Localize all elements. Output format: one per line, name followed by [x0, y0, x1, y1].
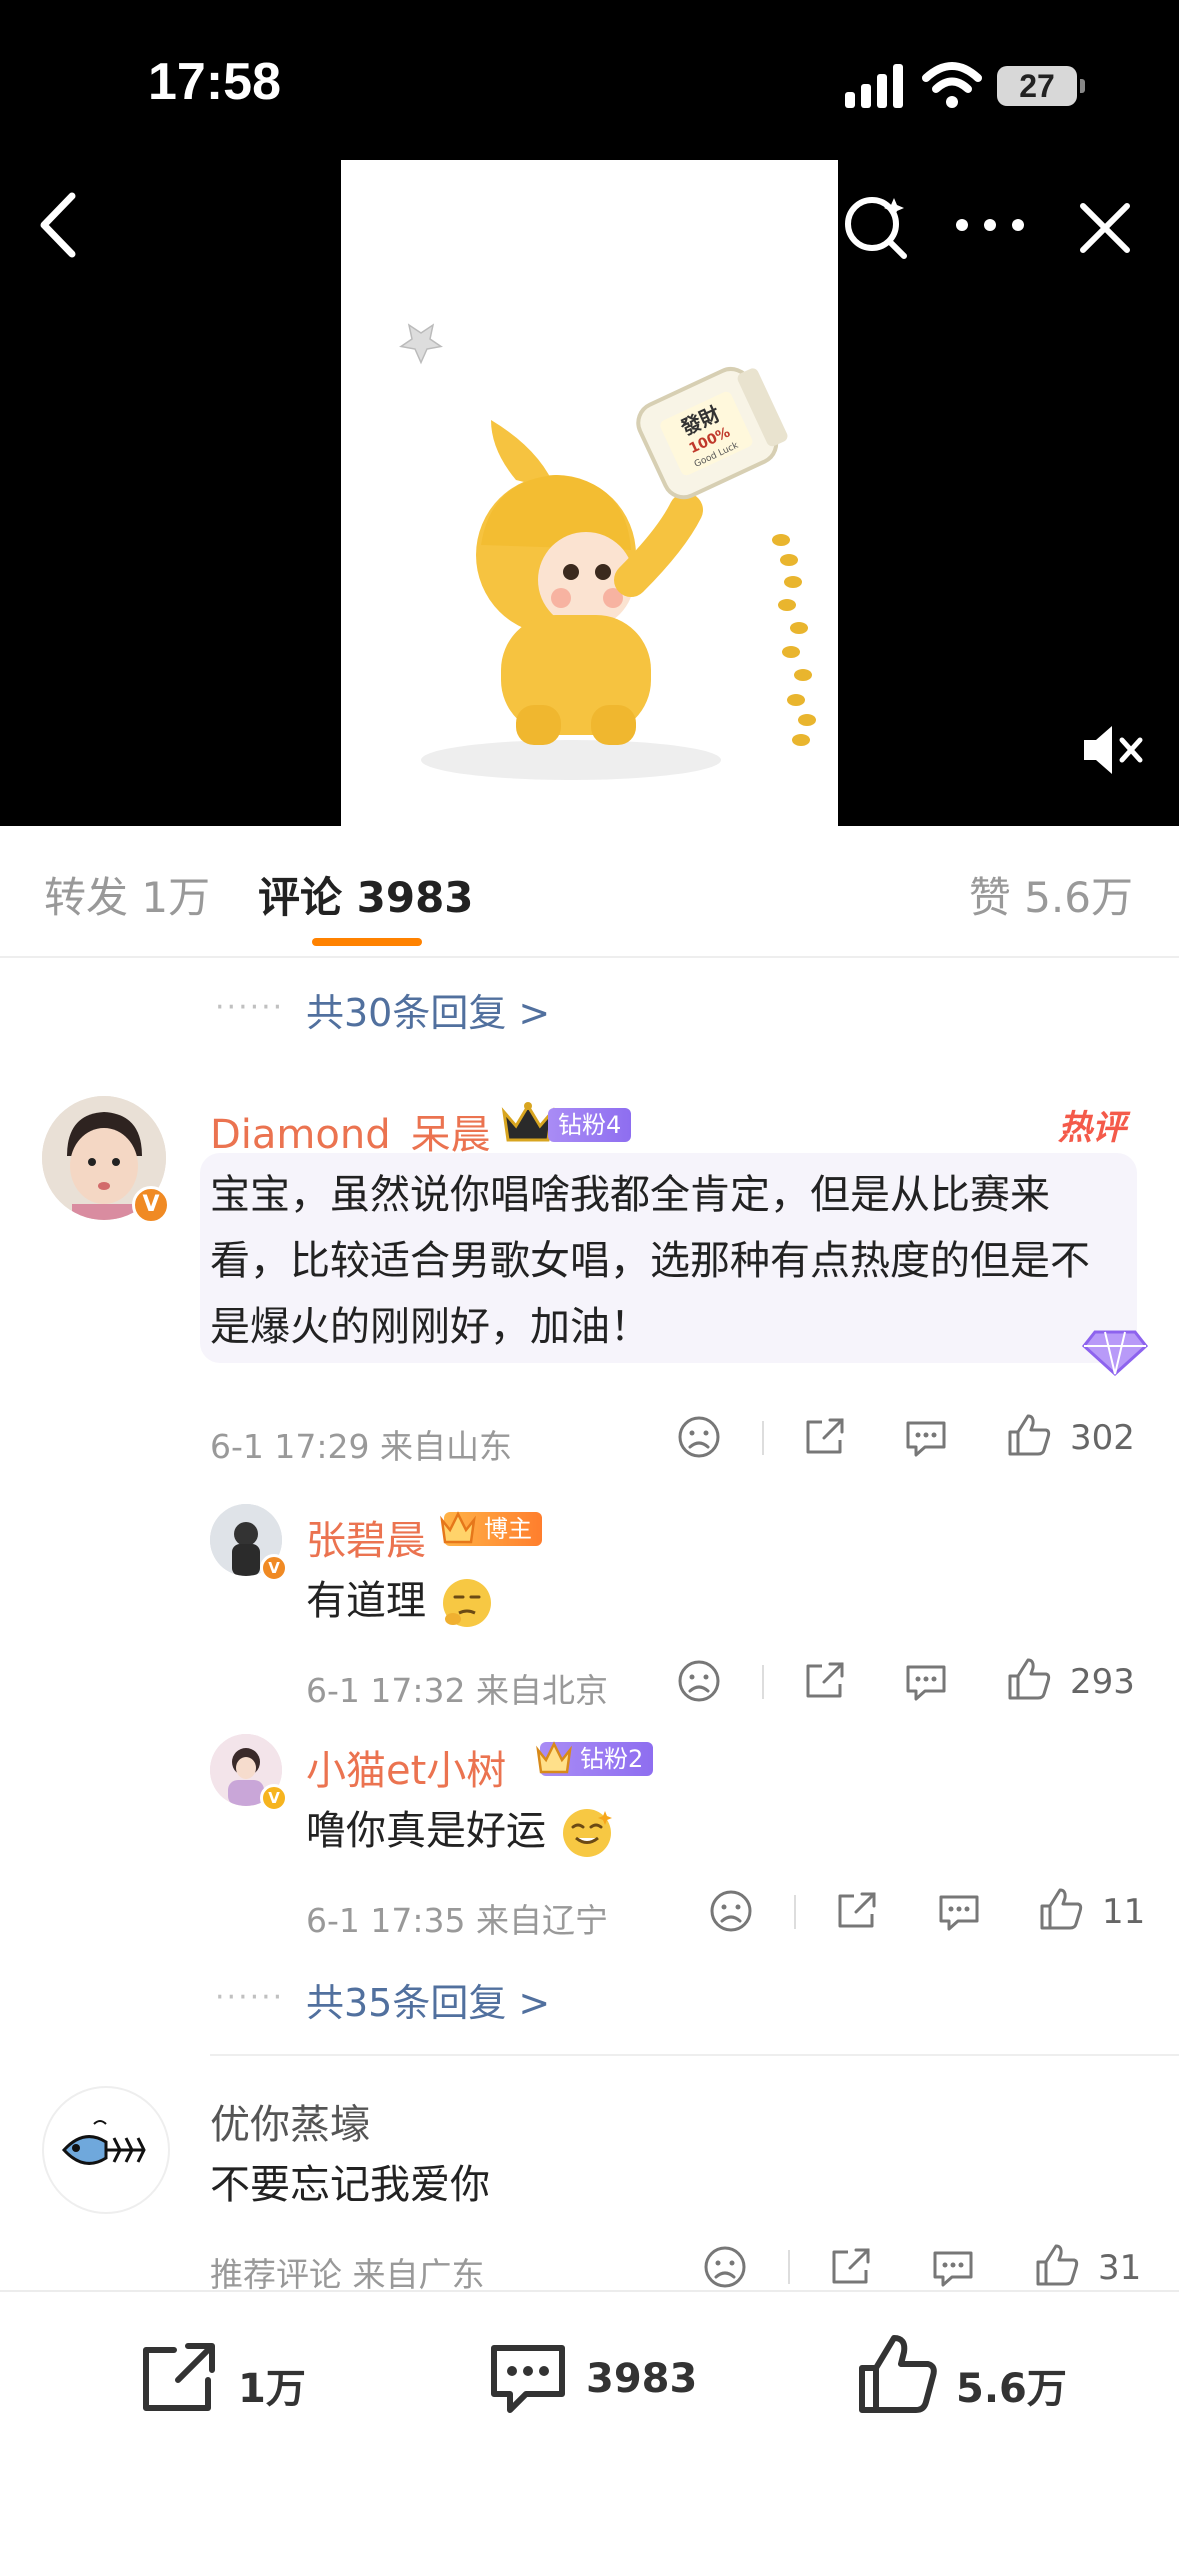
wifi-icon [922, 62, 982, 108]
comment-location: 来自山东 [380, 1427, 512, 1466]
like-count: 31 [1098, 2248, 1142, 2288]
like-thumb-icon[interactable] [856, 2332, 940, 2416]
close-icon[interactable] [1075, 198, 1135, 258]
share-icon[interactable] [802, 1658, 848, 1704]
reply-username[interactable]: 张碧晨 [306, 1508, 426, 1566]
action-divider [762, 1665, 764, 1699]
fan-badge-label: 钻粉2 [580, 1745, 644, 1773]
reply-text-content: 有道理 [306, 1578, 426, 1624]
fan-badge: 钻粉2 [536, 1741, 654, 1776]
baby-illustration: 發財 100% Good Luck [399, 323, 816, 780]
reply-icon[interactable] [936, 1888, 982, 1934]
dislike-face-icon[interactable] [676, 1658, 722, 1704]
reply-text[interactable]: 有道理 [306, 1568, 495, 1634]
back-arrow-icon[interactable] [28, 190, 88, 260]
reply-dots: ······ [215, 1980, 285, 2015]
reply-time: 6-1 17:35 [306, 1901, 466, 1940]
dislike-face-icon[interactable] [676, 1414, 722, 1460]
comment-location: 来自广东 [352, 2255, 485, 2294]
thumbs-up-icon[interactable] [1006, 1412, 1052, 1458]
avatar[interactable] [42, 2086, 170, 2214]
comment-text[interactable]: 宝宝，虽然说你唱啥我都全肯定，但是从比赛来看，比较适合男歌女唱，选那种有点热度的… [210, 1162, 1110, 1360]
thumbs-up-icon[interactable] [1038, 1886, 1084, 1932]
reply-dots: ······ [215, 990, 285, 1025]
thumbs-up-icon[interactable] [1006, 1656, 1052, 1702]
thinking-emoji-icon [442, 1579, 491, 1627]
forward-count[interactable]: 1万 [238, 2356, 306, 2414]
battery-tip [1080, 79, 1085, 93]
reply-icon[interactable] [903, 1658, 949, 1704]
action-divider [794, 1895, 796, 1929]
reply-location: 来自辽宁 [476, 1901, 608, 1940]
diamond-icon [1081, 1330, 1149, 1377]
fan-crown-icon [536, 1741, 572, 1774]
comment-icon[interactable] [486, 2336, 570, 2420]
verified-badge-icon: V [260, 1554, 288, 1582]
reply-location: 来自北京 [476, 1671, 608, 1710]
blogger-badge-label: 博主 [484, 1515, 532, 1543]
reply-username[interactable]: 小猫et小树 [306, 1738, 506, 1796]
share-icon[interactable] [802, 1414, 848, 1460]
prev-more-replies-link[interactable]: 共30条回复 > [306, 982, 550, 1037]
reply-meta: 6-1 17:32 来自北京 [306, 1664, 608, 1712]
blogger-badge: 博主 [440, 1511, 542, 1546]
share-icon[interactable] [828, 2244, 874, 2290]
action-divider [788, 2250, 790, 2284]
like-count[interactable]: 5.6万 [956, 2356, 1067, 2414]
fan-badge: 钻粉4 [548, 1108, 632, 1142]
more-options-icon[interactable] [950, 200, 1030, 250]
fishbone-avatar-image [61, 2120, 146, 2165]
comment-count[interactable]: 3983 [586, 2356, 697, 2402]
recommended-tag: 推荐评论 [210, 2255, 342, 2294]
action-divider [762, 1421, 764, 1455]
tab-like[interactable]: 赞 5.6万 [969, 864, 1133, 925]
post-image[interactable]: 發財 100% Good Luck [341, 160, 838, 826]
comment-meta: 推荐评论 来自广东 [210, 2248, 485, 2296]
comment-time: 6-1 17:29 来自山东 [210, 1420, 512, 1468]
verified-badge-icon: V [260, 1784, 288, 1812]
like-count: 11 [1102, 1892, 1146, 1932]
battery-indicator: 27 [997, 66, 1077, 106]
comment-username[interactable]: Diamond_呆晨 [210, 1102, 491, 1160]
reply-icon[interactable] [930, 2244, 976, 2290]
reply-text[interactable]: 噜你真是好运 [306, 1798, 615, 1864]
like-count: 302 [1070, 1418, 1135, 1458]
share-icon[interactable] [834, 1888, 880, 1934]
dislike-face-icon[interactable] [702, 2244, 748, 2290]
like-count: 293 [1070, 1662, 1135, 1702]
forward-icon[interactable] [138, 2336, 222, 2420]
media-header: 17:58 27 發財 100% Good Luck [0, 0, 1179, 826]
tab-comment-count: 3983 [356, 873, 474, 922]
hot-more-replies-link[interactable]: 共35条回复 > [306, 1972, 550, 2027]
reply-time: 6-1 17:32 [306, 1671, 466, 1710]
dislike-face-icon[interactable] [708, 1888, 754, 1934]
thumbs-up-icon[interactable] [1034, 2242, 1080, 2288]
comment-text[interactable]: 不要忘记我爱你 [210, 2152, 490, 2218]
bottom-action-bar: 1万 3983 5.6万 [0, 2290, 1179, 2558]
image-search-icon[interactable] [840, 190, 910, 260]
reply-icon[interactable] [903, 1414, 949, 1460]
blogger-crown-icon [440, 1511, 476, 1544]
status-time: 17:58 [148, 53, 281, 111]
cellular-signal-icon [845, 64, 903, 108]
comment-divider [210, 2054, 1179, 2056]
comment-username[interactable]: 优你蒸壕 [210, 2092, 370, 2150]
active-tab-indicator [312, 938, 422, 946]
tab-comment[interactable]: 评论 3983 [258, 864, 474, 925]
comment-time-text: 6-1 17:29 [210, 1427, 370, 1466]
verified-badge-icon: V [132, 1186, 170, 1224]
reply-meta: 6-1 17:35 来自辽宁 [306, 1894, 608, 1942]
tab-forward[interactable]: 转发 1万 [44, 864, 210, 925]
post-tabs: 转发 1万 评论 3983 赞 5.6万 [0, 826, 1179, 958]
tab-comment-label: 评论 [258, 873, 343, 922]
reply-text-content: 噜你真是好运 [306, 1808, 546, 1854]
mute-icon[interactable] [1080, 720, 1146, 780]
hot-comment-label: 热评 [1058, 1108, 1126, 1148]
grin-emoji-icon [562, 1809, 612, 1857]
